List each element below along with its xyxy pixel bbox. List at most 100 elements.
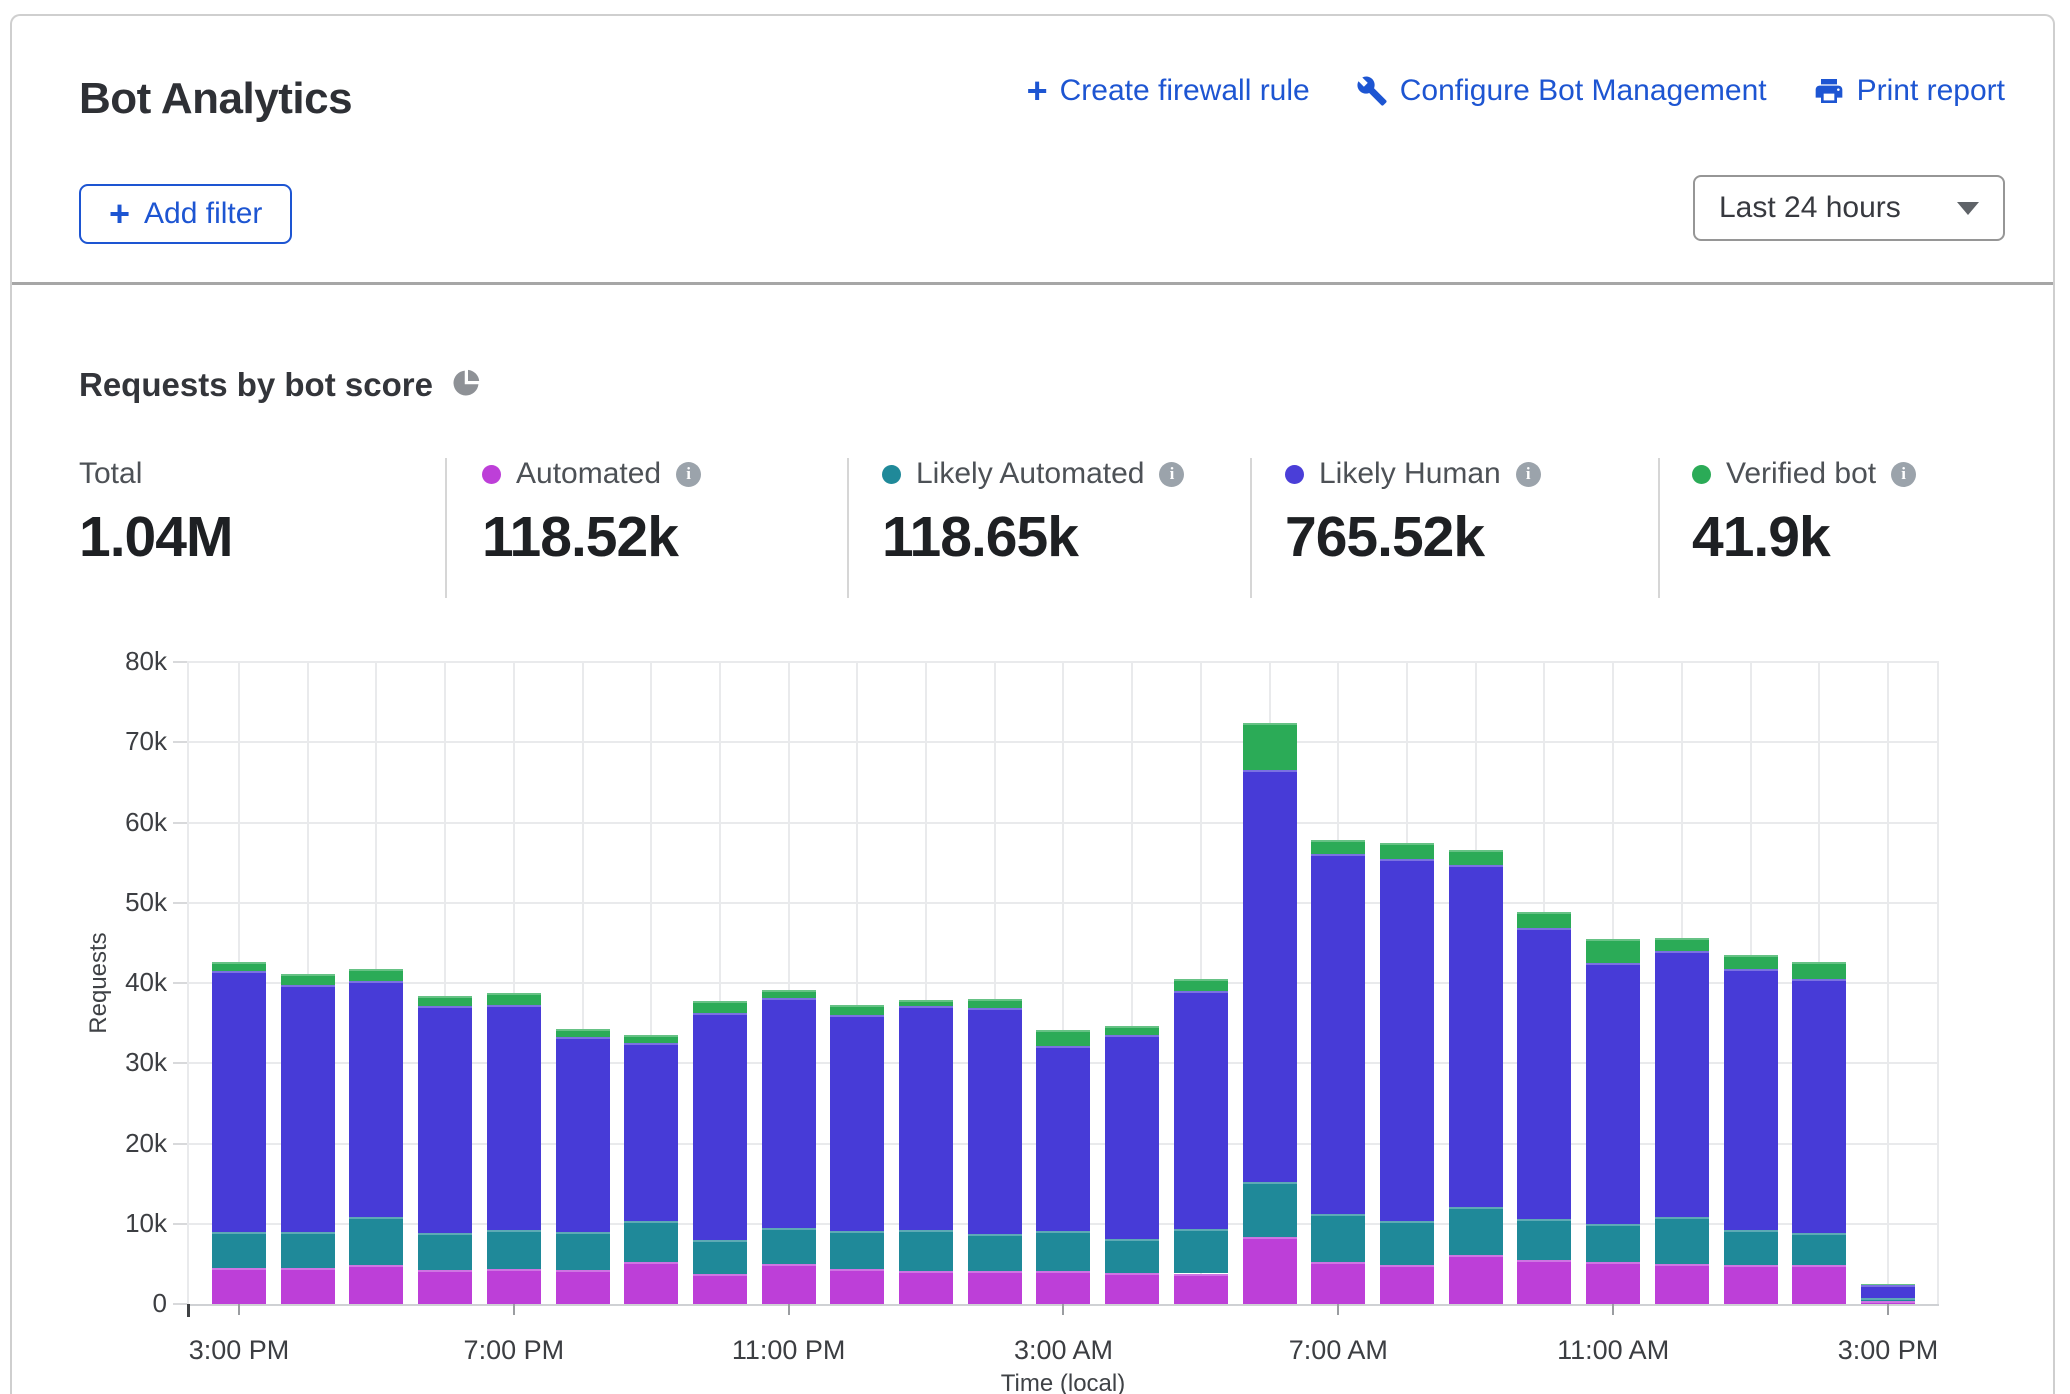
- bar-segment-verified-bot[interactable]: [762, 990, 816, 998]
- info-icon[interactable]: i: [1516, 462, 1541, 487]
- bar-segment-verified-bot[interactable]: [556, 1029, 610, 1037]
- bar-segment-automated[interactable]: [487, 1269, 541, 1304]
- bar-segment-likely-automated[interactable]: [1517, 1219, 1571, 1260]
- bar-segment-likely-human[interactable]: [1517, 928, 1571, 1219]
- bar-segment-verified-bot[interactable]: [349, 969, 403, 981]
- bar-segment-likely-automated[interactable]: [1105, 1239, 1159, 1273]
- bar-segment-verified-bot[interactable]: [281, 974, 335, 984]
- bar-segment-likely-automated[interactable]: [1861, 1298, 1915, 1301]
- bar-segment-verified-bot[interactable]: [1036, 1030, 1090, 1045]
- bar-segment-automated[interactable]: [1243, 1237, 1297, 1304]
- bar-segment-verified-bot[interactable]: [968, 999, 1022, 1008]
- bar-segment-likely-automated[interactable]: [762, 1228, 816, 1264]
- bar-segment-likely-human[interactable]: [212, 971, 266, 1232]
- info-icon[interactable]: i: [1891, 462, 1916, 487]
- bar-segment-likely-automated[interactable]: [1655, 1217, 1709, 1264]
- bar-segment-likely-human[interactable]: [1655, 951, 1709, 1217]
- bar-segment-verified-bot[interactable]: [1861, 1284, 1915, 1285]
- info-icon[interactable]: i: [676, 462, 701, 487]
- bar-segment-likely-human[interactable]: [1792, 979, 1846, 1233]
- bar-segment-verified-bot[interactable]: [624, 1035, 678, 1043]
- bar-segment-automated[interactable]: [693, 1274, 747, 1304]
- bar-segment-automated[interactable]: [1036, 1271, 1090, 1304]
- bar-segment-automated[interactable]: [1105, 1273, 1159, 1304]
- bar-segment-likely-automated[interactable]: [487, 1230, 541, 1269]
- bar-segment-likely-human[interactable]: [1449, 865, 1503, 1207]
- bar-segment-likely-human[interactable]: [624, 1043, 678, 1220]
- bar-segment-automated[interactable]: [1861, 1301, 1915, 1304]
- bar-segment-verified-bot[interactable]: [1380, 843, 1434, 859]
- bar-segment-automated[interactable]: [1655, 1264, 1709, 1304]
- bar-segment-likely-automated[interactable]: [693, 1240, 747, 1274]
- bar-segment-verified-bot[interactable]: [418, 996, 472, 1006]
- bar-segment-likely-automated[interactable]: [212, 1232, 266, 1268]
- bar-segment-automated[interactable]: [830, 1269, 884, 1304]
- bar-segment-verified-bot[interactable]: [1311, 840, 1365, 854]
- bar-segment-likely-automated[interactable]: [899, 1230, 953, 1271]
- bar-segment-automated[interactable]: [762, 1264, 816, 1304]
- bar-segment-likely-human[interactable]: [1311, 854, 1365, 1214]
- bar-segment-verified-bot[interactable]: [899, 1000, 953, 1006]
- bar-segment-likely-automated[interactable]: [1724, 1230, 1778, 1265]
- create-firewall-rule-link[interactable]: + Create firewall rule: [1027, 74, 1310, 108]
- bar-segment-automated[interactable]: [968, 1271, 1022, 1304]
- bar-segment-verified-bot[interactable]: [487, 993, 541, 1004]
- bar-segment-verified-bot[interactable]: [212, 962, 266, 971]
- bar-segment-automated[interactable]: [1792, 1265, 1846, 1304]
- bar-segment-likely-human[interactable]: [487, 1005, 541, 1231]
- bar-segment-likely-human[interactable]: [899, 1006, 953, 1230]
- bar-segment-automated[interactable]: [349, 1265, 403, 1304]
- bar-segment-likely-human[interactable]: [418, 1006, 472, 1232]
- bar-segment-automated[interactable]: [1311, 1262, 1365, 1304]
- bar-segment-likely-human[interactable]: [693, 1013, 747, 1240]
- bar-segment-likely-human[interactable]: [1036, 1046, 1090, 1231]
- bar-segment-verified-bot[interactable]: [1586, 939, 1640, 963]
- bar-segment-automated[interactable]: [1517, 1260, 1571, 1304]
- bar-segment-likely-automated[interactable]: [1036, 1231, 1090, 1271]
- bar-segment-likely-automated[interactable]: [1586, 1224, 1640, 1263]
- bar-segment-verified-bot[interactable]: [1517, 912, 1571, 928]
- bar-segment-verified-bot[interactable]: [1243, 723, 1297, 770]
- add-filter-button[interactable]: + Add filter: [79, 184, 292, 244]
- bar-segment-likely-automated[interactable]: [281, 1232, 335, 1268]
- bar-segment-automated[interactable]: [1724, 1265, 1778, 1304]
- bar-segment-verified-bot[interactable]: [1449, 850, 1503, 865]
- bar-segment-verified-bot[interactable]: [1105, 1026, 1159, 1036]
- bar-segment-likely-automated[interactable]: [1243, 1182, 1297, 1237]
- bar-segment-likely-human[interactable]: [1861, 1285, 1915, 1298]
- bar-segment-likely-human[interactable]: [1243, 770, 1297, 1182]
- bar-segment-verified-bot[interactable]: [1792, 962, 1846, 979]
- bar-segment-likely-automated[interactable]: [556, 1232, 610, 1271]
- bar-segment-automated[interactable]: [281, 1268, 335, 1304]
- bar-segment-likely-human[interactable]: [1724, 969, 1778, 1230]
- bar-segment-likely-human[interactable]: [1380, 859, 1434, 1220]
- configure-bot-management-link[interactable]: Configure Bot Management: [1356, 74, 1767, 108]
- bar-segment-likely-human[interactable]: [281, 985, 335, 1232]
- bar-segment-automated[interactable]: [899, 1271, 953, 1304]
- bar-segment-likely-human[interactable]: [762, 998, 816, 1228]
- bar-segment-likely-human[interactable]: [1586, 963, 1640, 1224]
- bar-segment-automated[interactable]: [1449, 1255, 1503, 1304]
- bar-segment-likely-automated[interactable]: [1792, 1233, 1846, 1264]
- bar-segment-likely-human[interactable]: [556, 1037, 610, 1232]
- bar-segment-likely-automated[interactable]: [968, 1234, 1022, 1271]
- bar-segment-automated[interactable]: [556, 1270, 610, 1304]
- bar-segment-verified-bot[interactable]: [1174, 979, 1228, 991]
- bar-segment-automated[interactable]: [1586, 1262, 1640, 1304]
- bar-segment-likely-automated[interactable]: [418, 1233, 472, 1271]
- bar-segment-likely-human[interactable]: [830, 1015, 884, 1231]
- bar-segment-likely-human[interactable]: [968, 1008, 1022, 1234]
- bar-segment-likely-human[interactable]: [1174, 991, 1228, 1229]
- bar-segment-automated[interactable]: [624, 1262, 678, 1304]
- bar-segment-verified-bot[interactable]: [693, 1001, 747, 1012]
- bar-segment-verified-bot[interactable]: [1724, 955, 1778, 969]
- info-icon[interactable]: i: [1159, 462, 1184, 487]
- bar-segment-automated[interactable]: [1174, 1274, 1228, 1304]
- bar-segment-likely-automated[interactable]: [1449, 1207, 1503, 1255]
- bar-segment-verified-bot[interactable]: [830, 1005, 884, 1015]
- bar-segment-likely-automated[interactable]: [624, 1221, 678, 1263]
- bar-segment-likely-automated[interactable]: [1380, 1221, 1434, 1265]
- bar-segment-likely-automated[interactable]: [349, 1217, 403, 1265]
- bar-segment-automated[interactable]: [212, 1268, 266, 1304]
- time-range-select[interactable]: Last 24 hours: [1693, 175, 2005, 241]
